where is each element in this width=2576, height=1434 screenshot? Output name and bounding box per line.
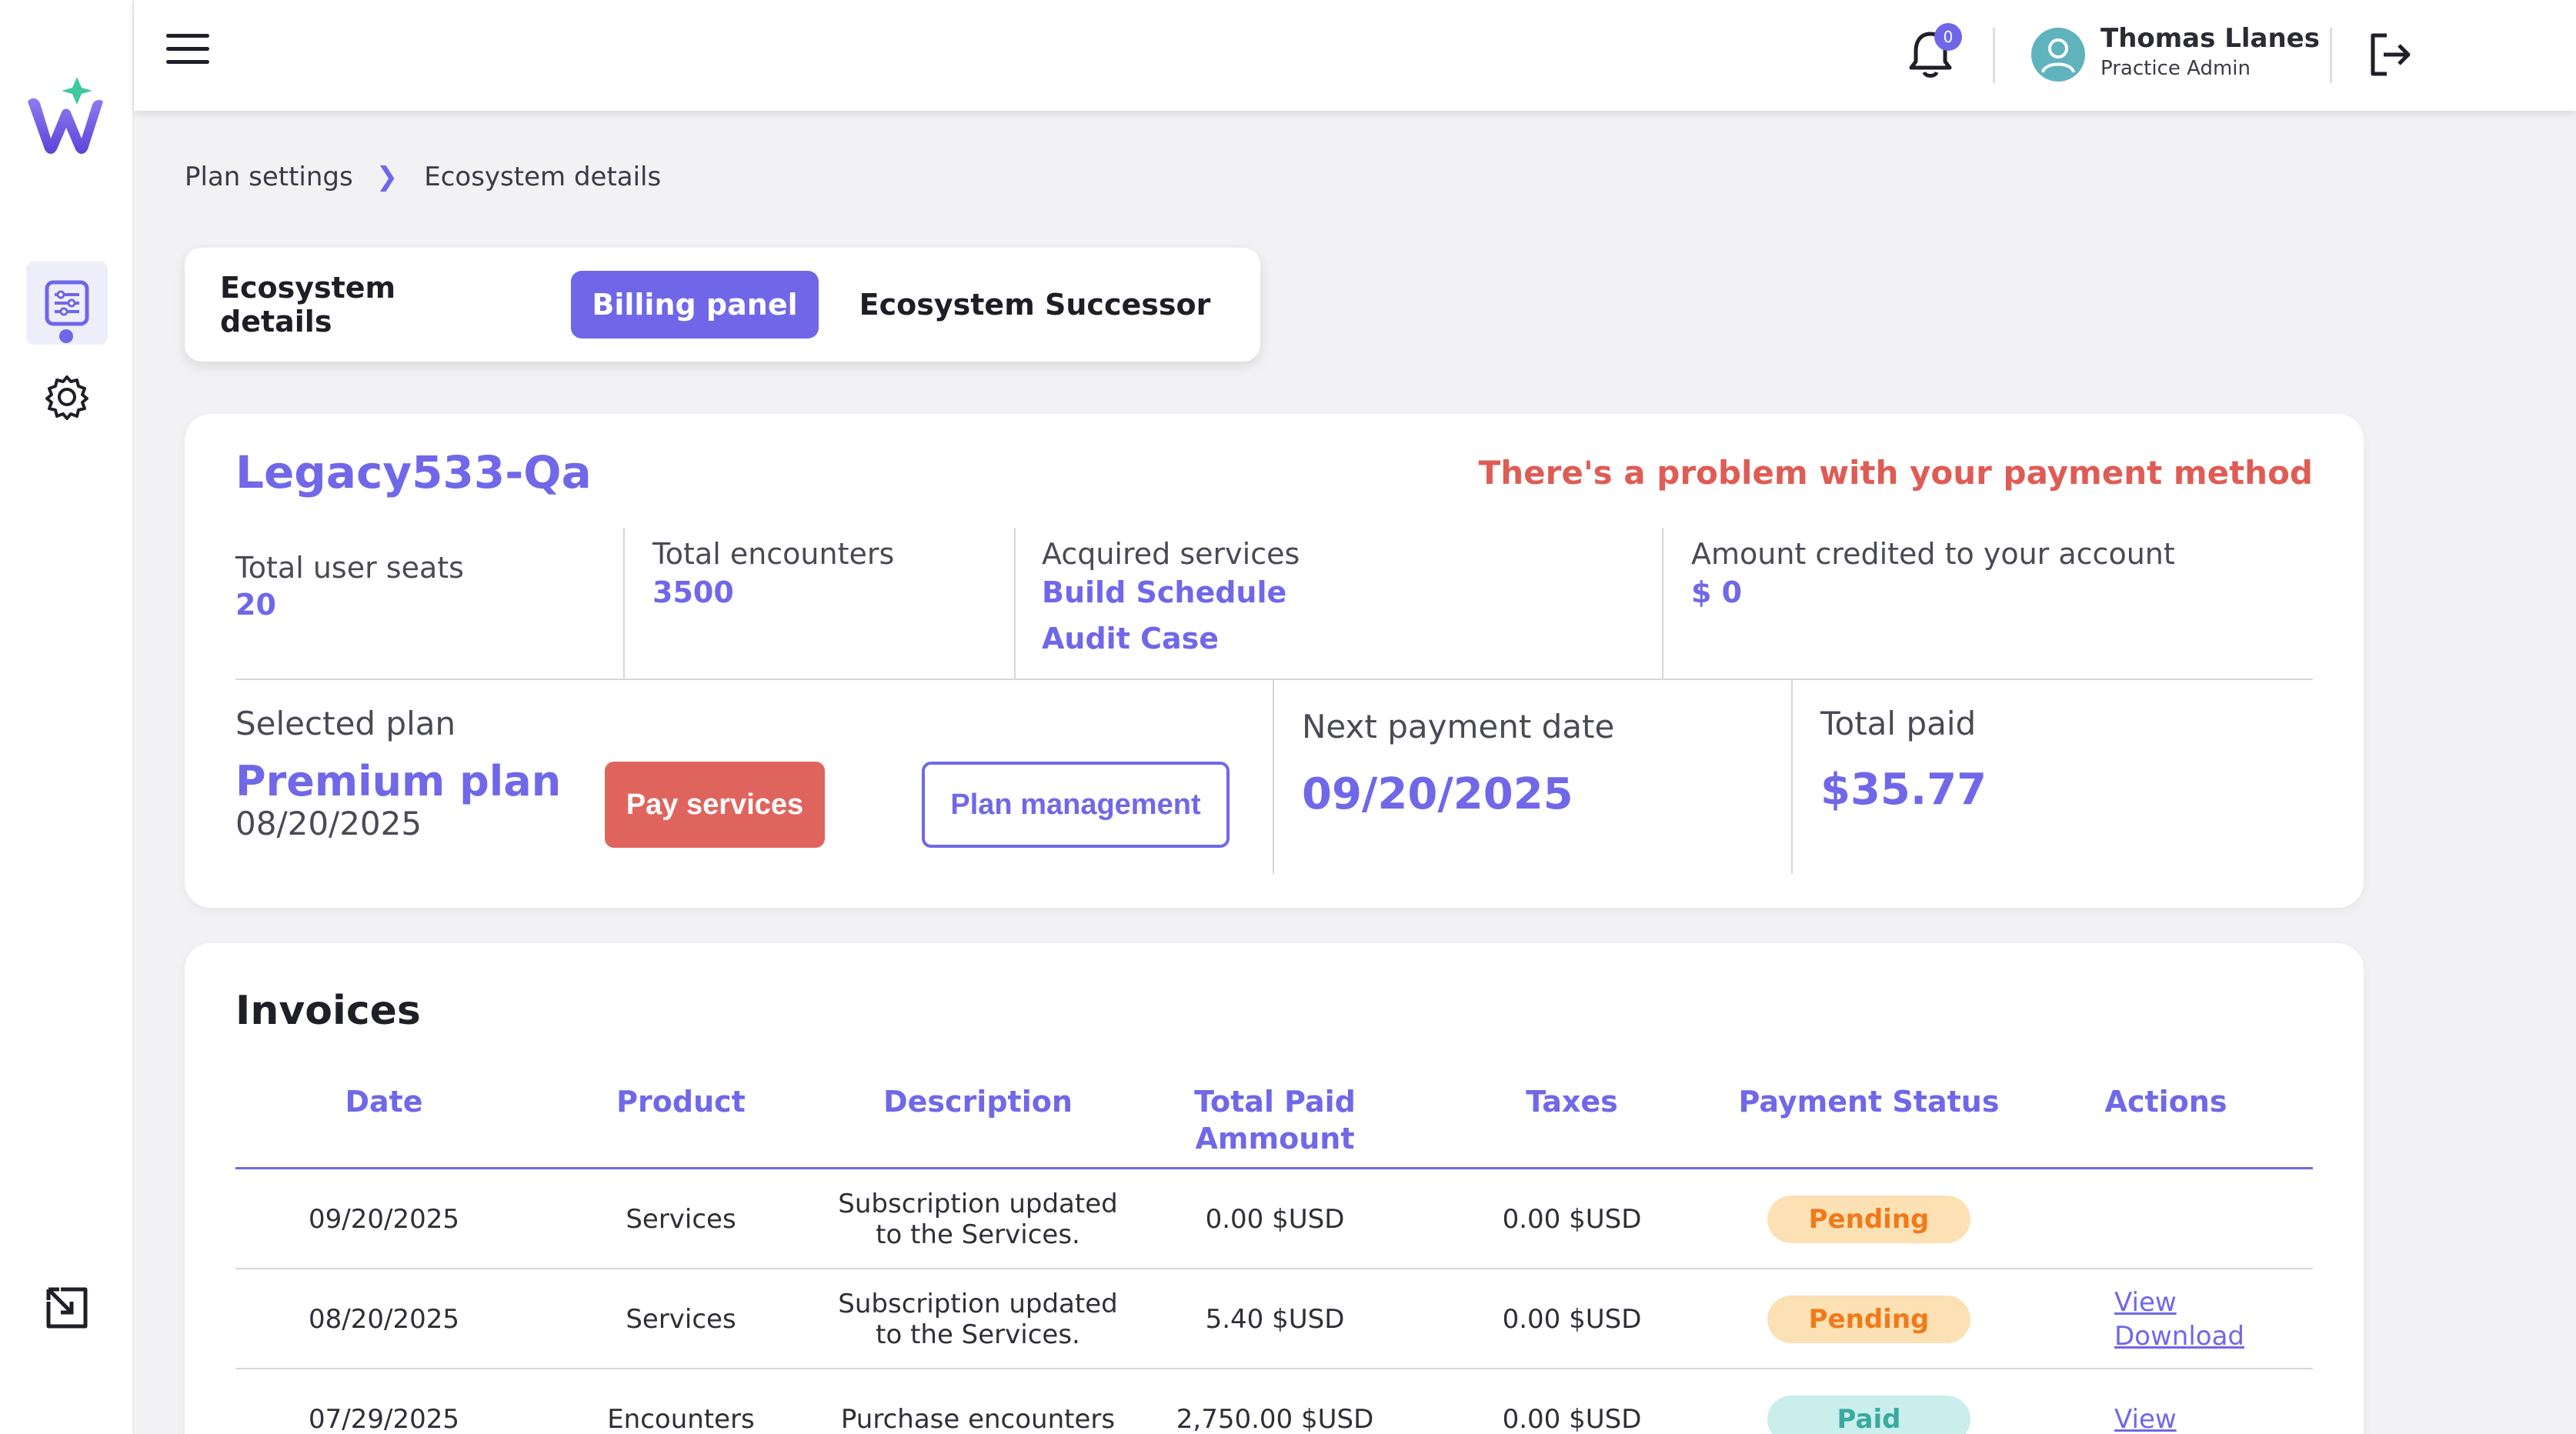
cell-date: 07/29/2025 (309, 1404, 459, 1434)
sidebar (0, 0, 134, 1434)
table-header: Date Product Description Total Paid Ammo… (235, 1054, 2313, 1169)
plan-divider (1791, 680, 1793, 874)
invoices-title: Invoices (235, 988, 421, 1034)
cell-total: 5.40 $USD (1205, 1304, 1345, 1335)
cell-product: Services (626, 1304, 736, 1335)
total-paid-value: $35.77 (1820, 765, 1987, 815)
cell-status: Pending (1720, 1269, 2017, 1369)
stat-divider (1014, 528, 1016, 679)
plan-date: 08/20/2025 (235, 805, 422, 842)
user-avatar-icon[interactable] (2031, 28, 2085, 82)
amount-credited-value: $ 0 (1691, 575, 1743, 609)
next-payment-label: Next payment date (1302, 708, 1615, 745)
cell-description: Subscription updated to the Services. (838, 1289, 1118, 1350)
column-header-product: Product (616, 1085, 746, 1119)
status-badge: Paid (1767, 1396, 1970, 1434)
column-header-payment-status: Payment Status (1738, 1085, 2000, 1119)
gear-icon (45, 375, 88, 420)
stat-divider (623, 528, 625, 679)
plan-name: Premium plan (235, 757, 562, 805)
header-divider (1993, 28, 1995, 83)
total-paid-label: Total paid (1820, 705, 1977, 742)
tab-billing-panel[interactable]: Billing panel (571, 271, 819, 338)
status-badge: Pending (1767, 1296, 1970, 1343)
hamburger-menu-icon[interactable] (166, 34, 209, 66)
notification-badge: 0 (1934, 23, 1962, 51)
table-row: 08/20/2025 Services Subscription updated… (235, 1269, 2313, 1369)
breadcrumb-current: Ecosystem details (424, 162, 662, 192)
top-bar: 0 Thomas Llanes Practice Admin (134, 0, 2576, 111)
selected-plan-label: Selected plan (235, 705, 456, 742)
acquired-service-item: Build Schedule (1042, 575, 1287, 609)
total-user-seats-value: 20 (235, 588, 276, 622)
cell-date: 08/20/2025 (309, 1304, 459, 1335)
cell-product: Services (626, 1204, 736, 1235)
view-invoice-link[interactable]: View (2114, 1402, 2177, 1434)
section-divider (235, 679, 2313, 680)
column-header-taxes: Taxes (1526, 1085, 1618, 1119)
download-invoice-link[interactable]: Download (2114, 1319, 2244, 1353)
cell-actions (2017, 1169, 2314, 1269)
breadcrumb-parent[interactable]: Plan settings (185, 162, 353, 192)
acquired-service-item: Audit Case (1042, 622, 1220, 655)
active-indicator (59, 329, 73, 343)
expand-window-icon (46, 1287, 88, 1329)
amount-credited-label: Amount credited to your account (1691, 537, 2175, 571)
cell-status: Paid (1720, 1369, 2017, 1434)
sidebar-item-expand[interactable] (26, 1266, 108, 1349)
user-name[interactable]: Thomas Llanes (2101, 23, 2320, 54)
column-header-description: Description (883, 1085, 1073, 1119)
logout-icon[interactable] (2365, 29, 2416, 80)
cell-actions: View Download (2017, 1269, 2314, 1369)
status-badge: Pending (1767, 1196, 1970, 1243)
cell-taxes: 0.00 $USD (1502, 1304, 1642, 1335)
ecosystem-name: Legacy533-Qa (235, 446, 592, 499)
cell-product: Encounters (607, 1404, 755, 1434)
acquired-services-label: Acquired services (1042, 537, 1300, 571)
billing-summary-card: Legacy533-Qa There's a problem with your… (185, 414, 2364, 908)
column-header-date: Date (345, 1085, 423, 1119)
cell-actions: View (2017, 1369, 2314, 1434)
plan-divider (1273, 680, 1274, 874)
cell-description: Subscription updated to the Services. (838, 1189, 1118, 1250)
view-invoice-link[interactable]: View (2114, 1286, 2177, 1319)
user-role: Practice Admin (2101, 57, 2251, 80)
cell-total: 0.00 $USD (1205, 1204, 1345, 1235)
total-encounters-label: Total encounters (652, 537, 895, 571)
tab-bar: Ecosystem details Billing panel Ecosyste… (185, 248, 1260, 362)
next-payment-date: 09/20/2025 (1302, 769, 1573, 819)
table-row: 09/20/2025 Services Subscription updated… (235, 1169, 2313, 1269)
stat-divider (1662, 528, 1663, 679)
total-user-seats-label: Total user seats (235, 551, 464, 585)
cell-date: 09/20/2025 (309, 1204, 459, 1235)
total-encounters-value: 3500 (652, 575, 734, 609)
pay-services-button[interactable]: Pay services (605, 762, 825, 848)
cell-description: Purchase encounters (840, 1404, 1116, 1434)
invoices-table: Date Product Description Total Paid Ammo… (235, 1054, 2313, 1434)
column-header-total-paid: Total Paid Ammount (1194, 1085, 1356, 1156)
invoices-card: Invoices Date Product Description Total … (185, 943, 2364, 1434)
header-divider (2330, 28, 2332, 83)
cell-total: 2,750.00 $USD (1176, 1404, 1374, 1434)
column-header-actions: Actions (2104, 1085, 2227, 1119)
chevron-right-icon: ❯ (375, 162, 399, 192)
cell-taxes: 0.00 $USD (1502, 1204, 1642, 1235)
table-row: 07/29/2025 Encounters Purchase encounter… (235, 1369, 2313, 1434)
payment-warning: There's a problem with your payment meth… (1478, 454, 2313, 492)
tab-ecosystem-details[interactable]: Ecosystem details (220, 271, 451, 338)
breadcrumb: Plan settings ❯ Ecosystem details (185, 162, 661, 192)
dashboard-list-icon (45, 280, 89, 326)
cell-taxes: 0.00 $USD (1502, 1404, 1642, 1434)
cell-status: Pending (1720, 1169, 2017, 1269)
plan-management-button[interactable]: Plan management (922, 762, 1230, 848)
tab-ecosystem-successor[interactable]: Ecosystem Successor (854, 271, 1216, 338)
sidebar-item-settings[interactable] (26, 355, 108, 439)
app-logo[interactable] (23, 74, 109, 160)
